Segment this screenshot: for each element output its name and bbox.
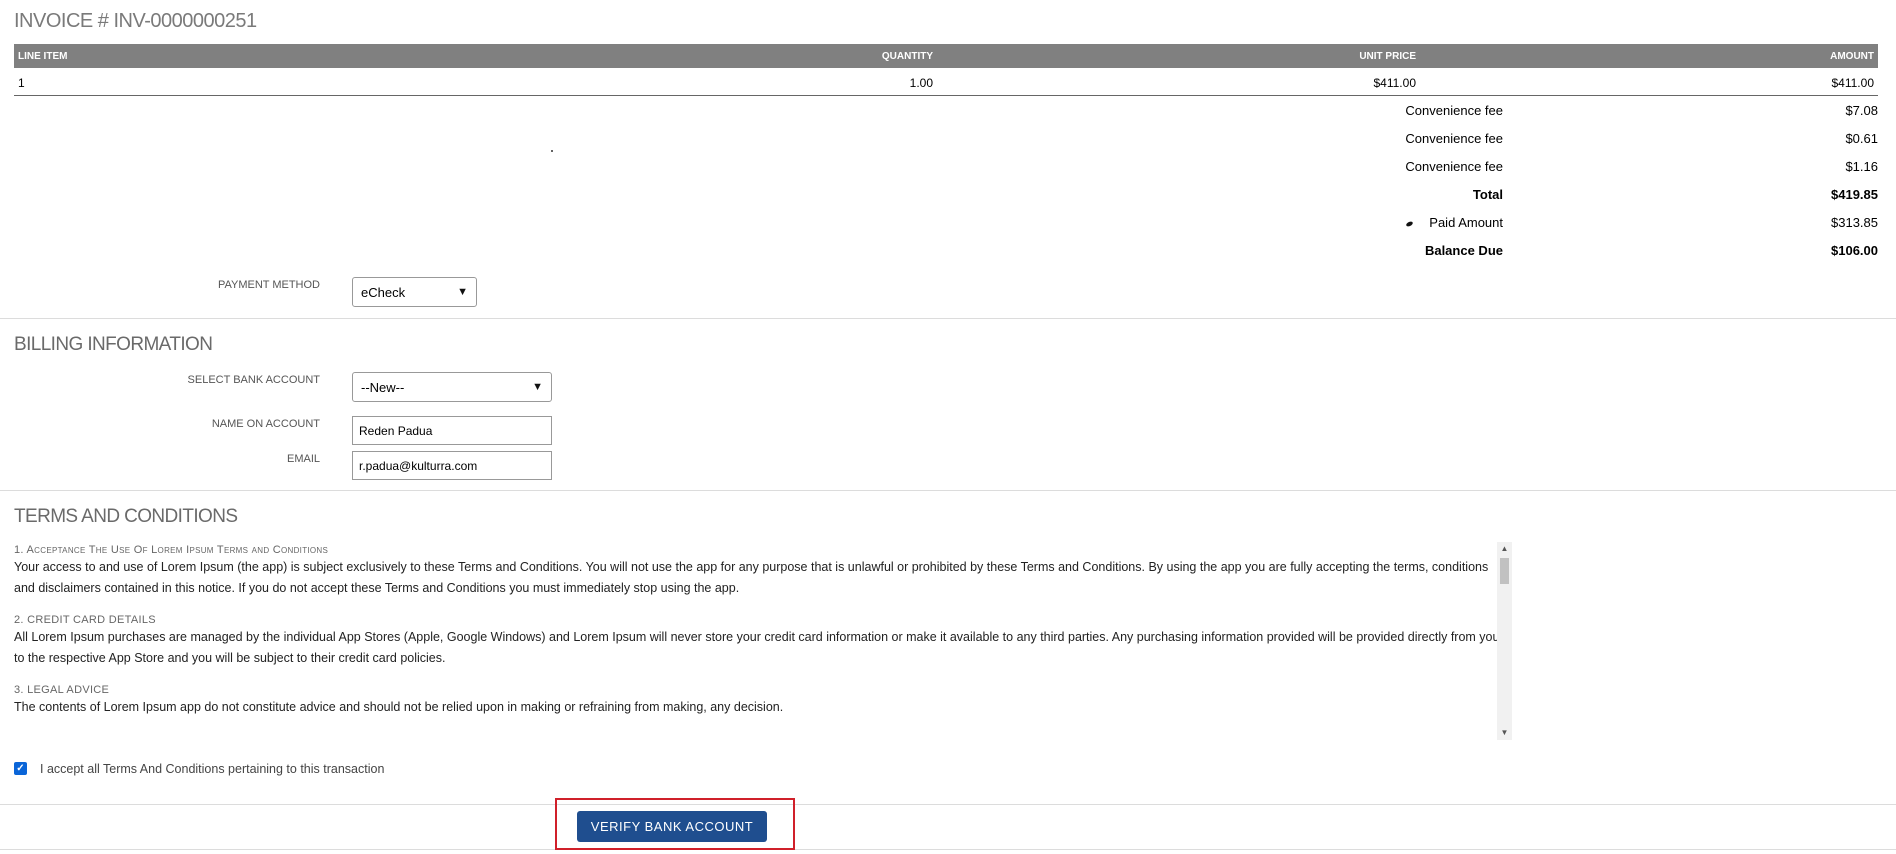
payment-method-select[interactable]: eCheck ▼ — [352, 277, 477, 307]
bank-account-value: --New-- — [361, 379, 405, 395]
accept-terms-checkbox[interactable]: ✓ — [14, 762, 27, 775]
cell-unit-price: $411.00 — [1373, 76, 1417, 90]
terms-heading-3: 3. LEGAL ADVICE — [14, 684, 110, 696]
header-quantity: QUANTITY — [881, 51, 933, 62]
summary-value-paid: $313.85 — [1831, 215, 1878, 230]
summary-value-total: $419.85 — [1831, 187, 1878, 202]
invoice-title: INVOICE # INV-0000000251 — [14, 10, 257, 32]
verify-button-highlight: VERIFY BANK ACCOUNT — [555, 798, 795, 850]
summary-value-fee-2: $0.61 — [1845, 131, 1878, 146]
scroll-thumb[interactable] — [1500, 558, 1509, 584]
name-on-account-label: NAME ON ACCOUNT — [211, 418, 320, 430]
bank-account-label: SELECT BANK ACCOUNT — [187, 374, 320, 386]
payment-method-label: PAYMENT METHOD — [217, 279, 320, 291]
summary-value-balance: $106.00 — [1831, 243, 1878, 258]
invoice-payment-page: INVOICE # INV-0000000251 LINE ITEM QUANT… — [0, 0, 1896, 854]
header-unit-price: UNIT PRICE — [1359, 51, 1416, 62]
terms-body-1: Your access to and use of Lorem Ipsum (t… — [14, 560, 1489, 595]
decorative-dot — [551, 150, 553, 152]
header-line-item: LINE ITEM — [18, 51, 68, 62]
payment-method-value: eCheck — [361, 284, 406, 300]
bank-account-select[interactable]: --New-- ▼ — [352, 372, 552, 402]
summary-value-fee-3: $1.16 — [1845, 159, 1878, 174]
divider — [0, 804, 1896, 805]
terms-heading-2: 2. CREDIT CARD DETAILS — [14, 614, 156, 626]
cell-line-item: 1 — [18, 76, 25, 90]
header-amount: AMOUNT — [1830, 51, 1874, 62]
divider — [0, 490, 1896, 491]
cell-amount: $411.00 — [1831, 76, 1875, 90]
line-items-table: LINE ITEM QUANTITY UNIT PRICE AMOUNT 1 1… — [14, 44, 1878, 96]
email-label: EMAIL — [286, 453, 320, 465]
name-on-account-input[interactable]: Reden Padua — [352, 416, 552, 445]
paid-indicator-icon — [1405, 220, 1414, 228]
scroll-down-icon[interactable]: ▼ — [1497, 726, 1512, 740]
accept-terms-label[interactable]: I accept all Terms And Conditions pertai… — [40, 762, 384, 776]
divider — [0, 849, 1896, 850]
terms-body-3: The contents of Lorem Ipsum app do not c… — [14, 700, 784, 714]
summary-label-fee-3: Convenience fee — [1405, 159, 1503, 174]
table-header: LINE ITEM QUANTITY UNIT PRICE AMOUNT — [14, 44, 1878, 68]
terms-body-2: All Lorem Ipsum purchases are managed by… — [14, 630, 1500, 665]
summary-label-total: Total — [1472, 187, 1503, 202]
summary-label-fee-2: Convenience fee — [1405, 131, 1503, 146]
terms-scrollbar[interactable]: ▲ ▼ — [1497, 542, 1512, 740]
chevron-down-icon: ▼ — [457, 286, 468, 298]
billing-section-title: BILLING INFORMATION — [14, 334, 213, 355]
divider — [0, 318, 1896, 319]
summary-label-paid: Paid Amount — [1429, 215, 1503, 230]
verify-bank-account-button[interactable]: VERIFY BANK ACCOUNT — [577, 811, 767, 842]
table-row: 1 1.00 $411.00 $411.00 — [14, 68, 1878, 96]
chevron-down-icon: ▼ — [532, 381, 543, 393]
terms-scroll-box[interactable]: 1. Acceptance The Use Of Lorem Ipsum Ter… — [14, 540, 1512, 740]
cell-quantity: 1.00 — [909, 76, 933, 90]
email-input[interactable]: r.padua@kulturra.com — [352, 451, 552, 480]
summary-label-balance: Balance Due — [1424, 243, 1503, 258]
summary-value-fee-1: $7.08 — [1845, 103, 1878, 118]
terms-heading-1: 1. Acceptance The Use Of Lorem Ipsum Ter… — [14, 544, 329, 556]
summary-label-fee-1: Convenience fee — [1405, 103, 1503, 118]
terms-section-title: TERMS AND CONDITIONS — [14, 506, 238, 527]
scroll-up-icon[interactable]: ▲ — [1497, 542, 1512, 556]
